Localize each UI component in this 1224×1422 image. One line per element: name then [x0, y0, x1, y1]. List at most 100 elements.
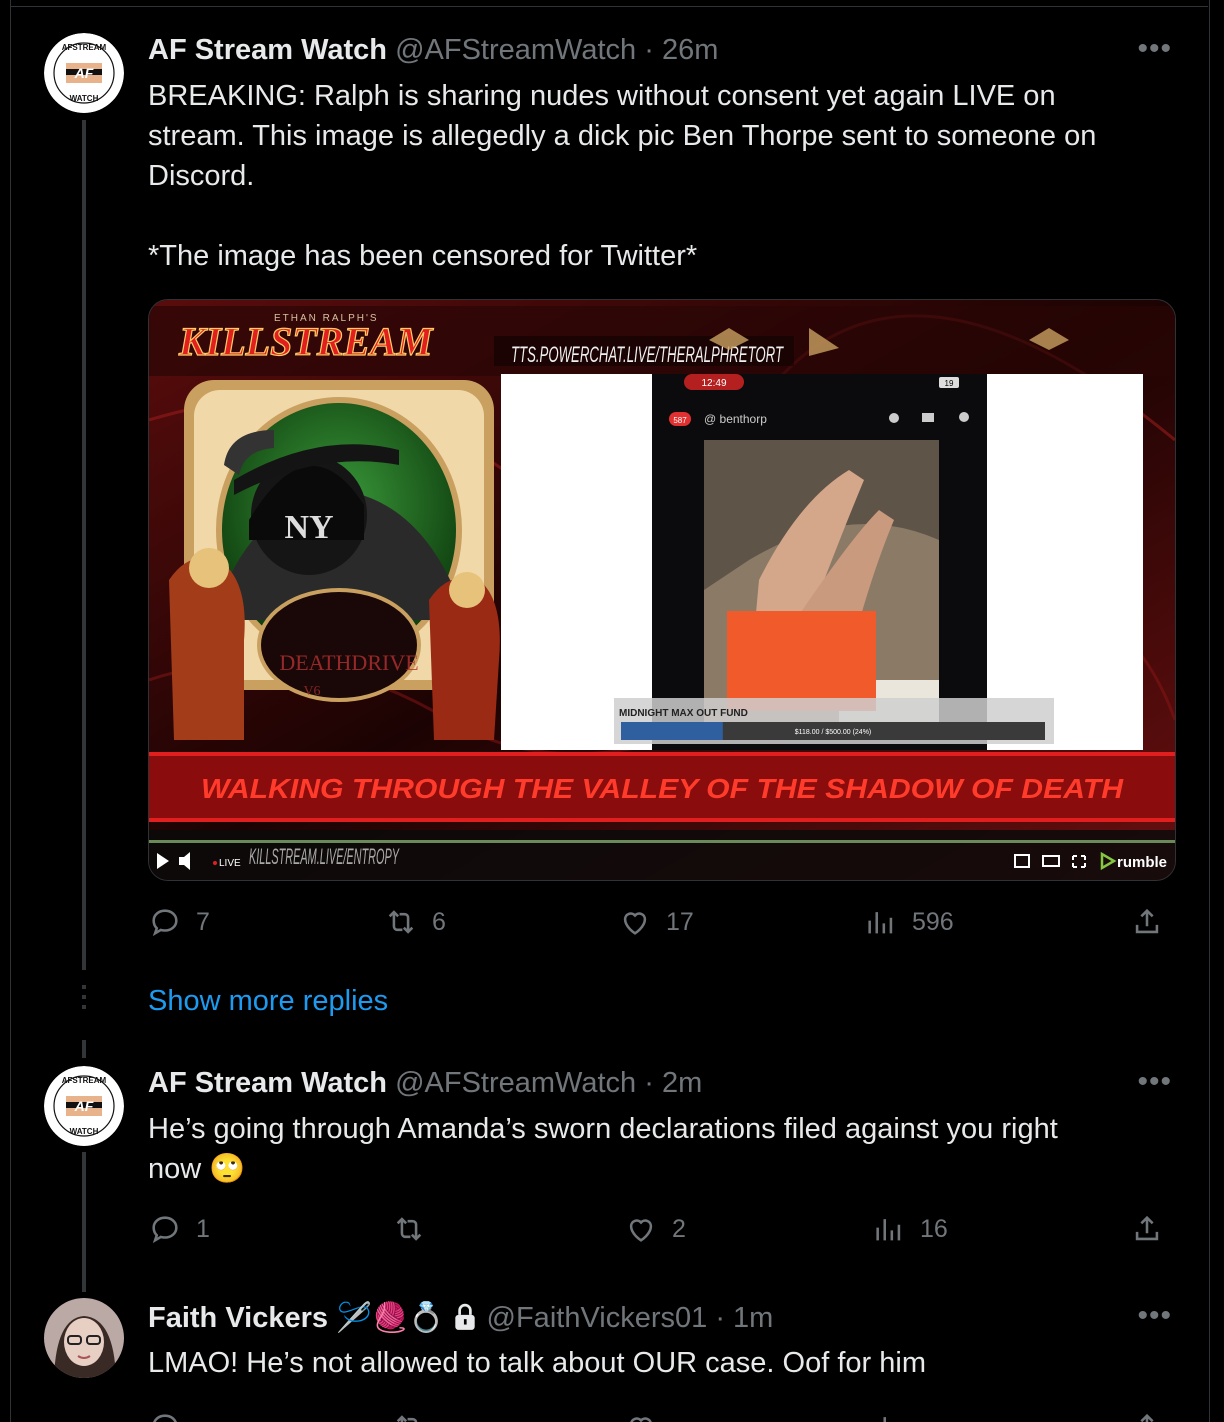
views-chart-icon	[868, 912, 893, 934]
avatar-faithvickers[interactable]	[44, 1298, 124, 1378]
share-icon	[1135, 908, 1159, 934]
handle[interactable]: @AFStreamWatch	[395, 34, 636, 66]
retweet-button[interactable]: 6	[384, 905, 446, 939]
tweet-text-line: now 🙄	[148, 1153, 246, 1185]
reply-button[interactable]	[148, 1410, 182, 1422]
censor-box	[727, 611, 876, 711]
thread-line	[82, 1040, 86, 1058]
retweet-count: 6	[432, 907, 446, 936]
share-button[interactable]	[1130, 1212, 1164, 1246]
retweet-icon	[396, 1217, 422, 1241]
tweet-text-line: Discord.	[148, 160, 255, 192]
svg-text:AFSTREAM: AFSTREAM	[62, 1076, 107, 1085]
heart-icon	[629, 1219, 653, 1242]
webcam-mark-sub: V6	[303, 684, 320, 699]
separator: ·	[644, 1067, 654, 1099]
svg-text:AF: AF	[74, 65, 94, 81]
reply-button[interactable]: 7	[148, 905, 210, 939]
timestamp[interactable]: 1m	[733, 1302, 773, 1334]
views-chart-icon	[883, 1417, 887, 1422]
tweet-text-line: stream. This image is allegedly a dick p…	[148, 120, 1097, 152]
handle[interactable]: @AFStreamWatch	[395, 1067, 636, 1099]
like-button[interactable]	[624, 1410, 658, 1422]
bottom-url: KILLSTREAM.LIVE/ENTROPY	[249, 844, 400, 869]
avatar-afstreamwatch[interactable]: AF AFSTREAM WATCH	[44, 33, 124, 113]
display-name[interactable]: Faith Vickers	[148, 1302, 328, 1334]
heart-icon	[630, 1417, 652, 1422]
name-emojis: 🪡🧶💍	[336, 1302, 445, 1334]
tweet-text-line: *The image has been censored for Twitter…	[148, 240, 698, 272]
share-button[interactable]	[1130, 1410, 1164, 1422]
like-button[interactable]: 17	[618, 905, 694, 939]
svg-text:AF: AF	[74, 1098, 94, 1114]
handle[interactable]: @FaithVickers01	[487, 1302, 708, 1334]
tweet-text: BREAKING: Ralph is sharing nudes without…	[148, 76, 1158, 276]
like-button[interactable]: 2	[624, 1212, 686, 1246]
separator: ·	[715, 1302, 725, 1334]
tweet-actions: 1 2 16	[148, 1212, 1168, 1256]
svg-text:AFSTREAM: AFSTREAM	[62, 43, 107, 52]
tweet-text-line: LMAO! He’s not allowed to talk about OUR…	[148, 1347, 926, 1379]
timestamp[interactable]: 26m	[662, 34, 718, 66]
afstreamwatch-logo-icon: AF AFSTREAM WATCH	[44, 1066, 124, 1146]
fund-amount: $118.00 / $500.00 (24%)	[795, 729, 872, 736]
thread-line	[82, 120, 86, 970]
share-button[interactable]	[1130, 905, 1164, 939]
top-divider	[10, 6, 1208, 7]
tweet-header: Faith Vickers 🪡🧶💍 @FaithVickers01 · 1m	[148, 1301, 773, 1335]
view-count: 596	[912, 907, 954, 936]
tweet-header: AF Stream Watch @AFStreamWatch · 2m	[148, 1067, 702, 1100]
tweet-header: AF Stream Watch @AFStreamWatch · 26m	[148, 34, 718, 67]
svg-text:WATCH: WATCH	[70, 94, 99, 103]
stream-screenshot: ETHAN RALPH'S KILLSTREAM TTS.POWERCHAT.L…	[149, 300, 1175, 880]
display-name[interactable]: AF Stream Watch	[148, 34, 387, 66]
timestamp[interactable]: 2m	[662, 1067, 702, 1099]
live-dot-icon	[213, 861, 217, 865]
fund-label: MIDNIGHT MAX OUT FUND	[619, 708, 748, 719]
url-banner: TTS.POWERCHAT.LIVE/THERALPHRETORT	[511, 342, 784, 367]
tweet-actions	[148, 1410, 1168, 1422]
share-icon	[1140, 1413, 1154, 1422]
reply-button[interactable]: 1	[148, 1212, 210, 1246]
tweet-text-line: He’s going through Amanda’s sworn declar…	[148, 1113, 1058, 1145]
retweet-icon	[396, 1415, 418, 1422]
views-button[interactable]	[872, 1410, 906, 1422]
player-brand: rumble	[1117, 854, 1167, 871]
retweet-button[interactable]	[392, 1410, 426, 1422]
ticker-text: WALKING THROUGH THE VALLEY OF THE SHADOW…	[201, 773, 1124, 804]
reply-count: 7	[196, 907, 210, 936]
thread-dots	[82, 985, 86, 1015]
like-count: 2	[672, 1214, 686, 1243]
fund-progress-fill	[621, 722, 723, 740]
tweet-media[interactable]: ETHAN RALPH'S KILLSTREAM TTS.POWERCHAT.L…	[148, 299, 1176, 881]
reply-icon	[153, 1414, 177, 1422]
more-options-icon[interactable]: •••	[1137, 32, 1172, 66]
share-icon	[1135, 1215, 1159, 1241]
reply-icon	[152, 1216, 178, 1244]
svg-text:WATCH: WATCH	[70, 1127, 99, 1136]
more-options-icon[interactable]: •••	[1137, 1065, 1172, 1099]
views-chart-icon	[876, 1219, 901, 1241]
avatar-afstreamwatch[interactable]: AF AFSTREAM WATCH	[44, 1066, 124, 1146]
user-photo-icon	[44, 1298, 124, 1378]
display-name[interactable]: AF Stream Watch	[148, 1067, 387, 1099]
tweet-actions: 7 6 17 596	[148, 905, 1168, 949]
separator: ·	[644, 34, 654, 66]
phone-badge: 587	[673, 416, 687, 425]
heart-icon	[623, 912, 647, 935]
cap-logo: NY	[284, 509, 333, 546]
lock-icon	[455, 1303, 476, 1330]
show-more-replies-link[interactable]: Show more replies	[148, 985, 388, 1018]
more-options-icon[interactable]: •••	[1137, 1299, 1172, 1333]
retweet-button[interactable]	[392, 1212, 440, 1246]
tweet-text: He’s going through Amanda’s sworn declar…	[148, 1109, 1158, 1189]
tweet-text-line: BREAKING: Ralph is sharing nudes without…	[148, 80, 1056, 112]
thread-line	[82, 1152, 86, 1292]
reply-icon	[152, 909, 178, 937]
views-button[interactable]: 596	[864, 905, 954, 939]
like-count: 17	[666, 907, 694, 936]
views-button[interactable]: 16	[872, 1212, 948, 1246]
live-label: LIVE	[219, 858, 241, 869]
view-count: 16	[920, 1214, 948, 1243]
afstreamwatch-logo-icon: AF AFSTREAM WATCH	[44, 33, 124, 113]
